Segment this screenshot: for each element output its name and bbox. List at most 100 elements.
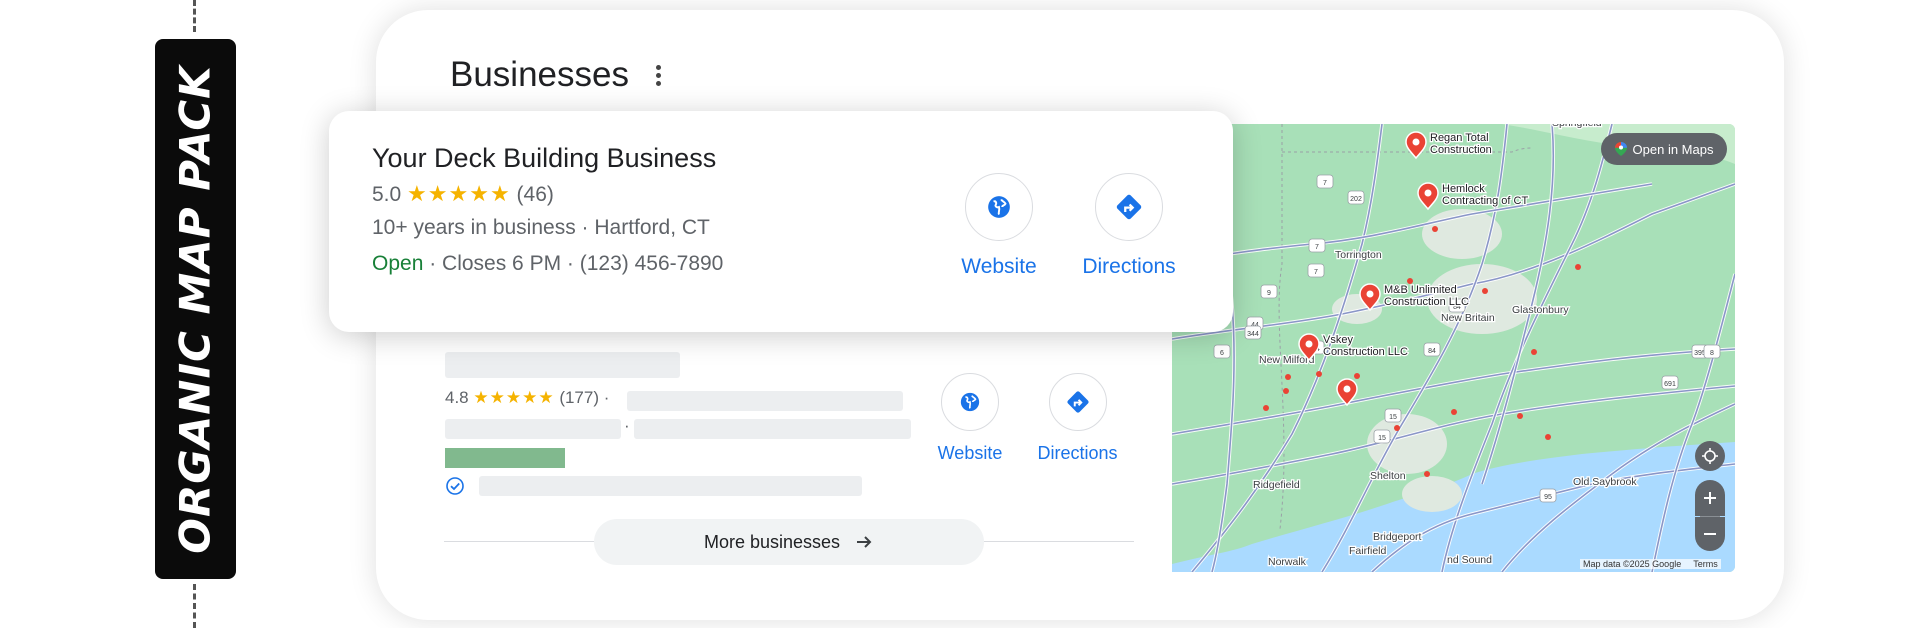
dashed-line-top bbox=[193, 0, 196, 32]
map-place-label: Old Saybrook bbox=[1573, 476, 1637, 488]
map-route-number: 15 bbox=[1389, 414, 1397, 421]
map-route-number: 6 bbox=[1220, 350, 1224, 357]
featured-website-button[interactable]: Website bbox=[959, 173, 1039, 279]
map-place-label: Glastonbury bbox=[1512, 304, 1569, 316]
map-place-label: Torrington bbox=[1335, 249, 1382, 261]
featured-directions-label: Directions bbox=[1082, 255, 1176, 278]
featured-review-count[interactable]: (46) bbox=[517, 183, 554, 206]
map-place-label: nd Sound bbox=[1447, 554, 1492, 566]
map-business-dot[interactable] bbox=[1432, 226, 1438, 232]
second-directions-label: Directions bbox=[1037, 443, 1118, 463]
map-pin-label[interactable]: Contracting of CT bbox=[1441, 194, 1530, 209]
more-options-icon[interactable] bbox=[648, 62, 668, 90]
map-route-number: 7 bbox=[1315, 244, 1319, 251]
map-terms-link[interactable]: Terms bbox=[1693, 559, 1718, 569]
map-pin-label[interactable]: Hemlock bbox=[1441, 182, 1487, 197]
featured-business-name[interactable]: Your Deck Building Business bbox=[372, 143, 716, 174]
map-business-dot[interactable] bbox=[1575, 264, 1581, 270]
map-business-dot[interactable] bbox=[1283, 388, 1289, 394]
map-route-number: 9 bbox=[1267, 290, 1271, 297]
map-business-dot[interactable] bbox=[1531, 349, 1537, 355]
second-rating-stars: ★★★★★ bbox=[473, 388, 555, 407]
featured-closes-text: · Closes 6 PM · bbox=[423, 252, 580, 275]
directions-icon bbox=[1066, 391, 1089, 413]
map-route-number: 7 bbox=[1323, 180, 1327, 187]
open-in-maps-label: Open in Maps bbox=[1632, 141, 1714, 157]
stage: ORGANIC MAP PACK Businesses 4.8 ★★★★★ (1… bbox=[0, 0, 1920, 628]
open-status-placeholder bbox=[445, 448, 565, 468]
map-pin-dot bbox=[1412, 138, 1420, 146]
map-route-number: 691 bbox=[1664, 381, 1676, 388]
map-pin-dot bbox=[1305, 340, 1313, 348]
second-listing-rating: 4.8 ★★★★★ (177) · bbox=[445, 388, 609, 408]
map-pin-dot bbox=[1343, 385, 1351, 393]
verified-check-icon bbox=[446, 477, 464, 495]
map-place-label: Springfield bbox=[1552, 124, 1602, 129]
listing-info-separator: · bbox=[624, 416, 630, 435]
featured-website-label: Website bbox=[961, 255, 1037, 278]
map-view[interactable]: 72024434479848484691159539576158Springfi… bbox=[1172, 124, 1735, 572]
featured-rating-stars: ★★★★★ bbox=[407, 181, 511, 206]
map-pin-label[interactable]: M&B Unlimited bbox=[1383, 283, 1458, 298]
map-route-number: 8 bbox=[1710, 350, 1714, 357]
map-route-number: 202 bbox=[1350, 196, 1362, 203]
featured-open-status: Open bbox=[372, 252, 424, 275]
map-pin-label[interactable]: Vskey bbox=[1322, 333, 1355, 348]
map-pin-dot bbox=[1424, 189, 1432, 197]
more-businesses-label: More businesses bbox=[703, 531, 841, 552]
map-business-dot[interactable] bbox=[1482, 288, 1488, 294]
divider-left bbox=[444, 541, 596, 542]
second-rating-value: 4.8 bbox=[445, 388, 469, 407]
map-pin-label[interactable]: Construction LLC bbox=[1383, 295, 1471, 310]
map-pin-label[interactable]: Construction LLC bbox=[1322, 345, 1410, 360]
map-route-number: 84 bbox=[1428, 348, 1436, 355]
more-businesses-button[interactable]: More businesses bbox=[594, 519, 984, 565]
featured-phone[interactable]: (123) 456-7890 bbox=[580, 252, 724, 275]
second-directions-button[interactable]: Directions bbox=[1030, 373, 1125, 464]
map-business-dot[interactable] bbox=[1316, 371, 1322, 377]
map-business-dot[interactable] bbox=[1285, 374, 1291, 380]
map-route-number: 344 bbox=[1247, 331, 1259, 338]
globe-icon bbox=[960, 392, 980, 412]
map-canvas[interactable]: 72024434479848484691159539576158Springfi… bbox=[1172, 124, 1735, 572]
map-business-dot[interactable] bbox=[1545, 434, 1551, 440]
badge-text: ORGANIC MAP PACK bbox=[171, 64, 220, 554]
zoom-in-button[interactable] bbox=[1695, 480, 1725, 516]
map-attribution: Map data ©2025 Google Terms bbox=[1580, 559, 1721, 569]
map-place-label: Shelton bbox=[1370, 470, 1406, 482]
zoom-out-button[interactable] bbox=[1695, 517, 1725, 551]
open-in-maps-button[interactable]: Open in Maps bbox=[1601, 133, 1727, 165]
globe-icon bbox=[988, 196, 1010, 218]
featured-directions-circle[interactable] bbox=[1095, 173, 1163, 241]
second-website-button[interactable]: Website bbox=[935, 373, 1005, 464]
map-business-dot[interactable] bbox=[1517, 413, 1523, 419]
featured-rating-value: 5.0 bbox=[372, 183, 402, 206]
featured-directions-button[interactable]: Directions bbox=[1074, 173, 1184, 279]
panel-title: Businesses bbox=[450, 55, 629, 94]
map-business-dot[interactable] bbox=[1394, 425, 1400, 431]
map-urban-area bbox=[1402, 476, 1462, 512]
plus-icon bbox=[1704, 492, 1716, 504]
map-pin-label[interactable]: Regan Total bbox=[1429, 131, 1490, 146]
map-place-label: New Britain bbox=[1441, 312, 1495, 324]
maps-pin-icon bbox=[1614, 142, 1627, 156]
second-review-count: (177) · bbox=[559, 388, 610, 407]
map-business-dot[interactable] bbox=[1354, 373, 1360, 379]
arrow-right-icon bbox=[857, 536, 872, 548]
map-data-label: Map data ©2025 Google bbox=[1583, 559, 1682, 569]
listing-info-placeholder bbox=[445, 419, 621, 439]
listing-category-placeholder bbox=[627, 391, 903, 411]
map-business-dot[interactable] bbox=[1263, 405, 1269, 411]
map-pin-label[interactable]: Construction bbox=[1429, 143, 1493, 158]
map-business-dot[interactable] bbox=[1451, 409, 1457, 415]
dashed-line-bottom bbox=[193, 584, 196, 628]
my-location-button[interactable] bbox=[1695, 441, 1725, 471]
featured-hours-line: Open · Closes 6 PM · (123) 456-7890 bbox=[372, 252, 723, 276]
map-route-number: 95 bbox=[1544, 494, 1552, 501]
featured-website-circle[interactable] bbox=[965, 173, 1033, 241]
map-pin-dot bbox=[1366, 290, 1374, 298]
second-website-circle[interactable] bbox=[941, 373, 999, 431]
listing-name-placeholder bbox=[445, 352, 680, 378]
second-directions-circle[interactable] bbox=[1048, 373, 1107, 431]
map-business-dot[interactable] bbox=[1424, 471, 1430, 477]
